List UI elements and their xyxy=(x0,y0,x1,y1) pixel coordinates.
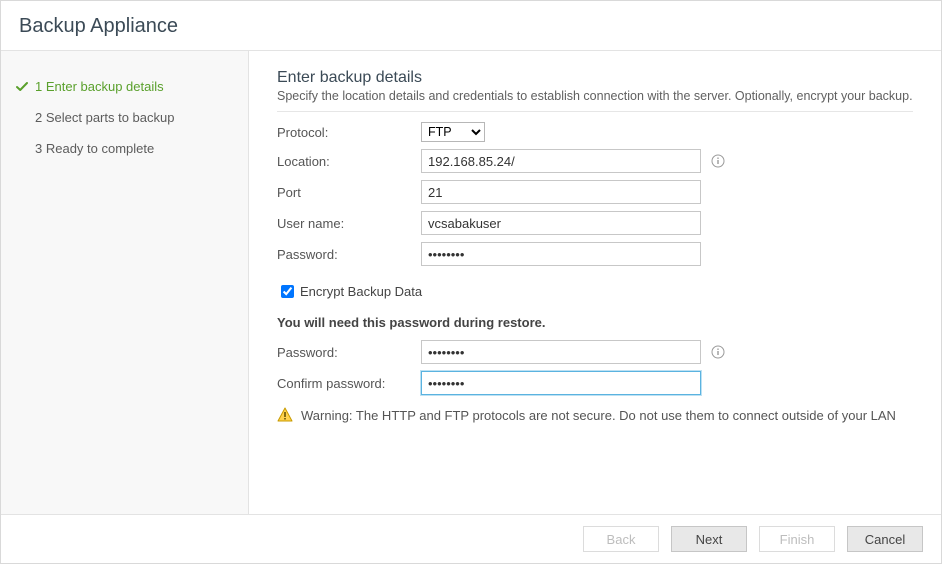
password-label: Password: xyxy=(277,247,421,262)
row-encrypt: Encrypt Backup Data xyxy=(277,282,913,301)
enc-password-label: Password: xyxy=(277,345,421,360)
step-label: 2 Select parts to backup xyxy=(35,110,174,125)
title-bar: Backup Appliance xyxy=(1,1,941,51)
warning-text: Warning: The HTTP and FTP protocols are … xyxy=(301,408,896,423)
username-input[interactable] xyxy=(421,211,701,235)
password-input[interactable] xyxy=(421,242,701,266)
row-enc-password: Password: xyxy=(277,340,913,364)
enc-password-input[interactable] xyxy=(421,340,701,364)
location-label: Location: xyxy=(277,154,421,169)
step-ready-to-complete[interactable]: 3 Ready to complete xyxy=(1,133,248,164)
location-input[interactable] xyxy=(421,149,701,173)
dialog-footer: Back Next Finish Cancel xyxy=(1,514,941,563)
row-protocol: Protocol: FTP xyxy=(277,122,913,142)
next-button[interactable]: Next xyxy=(671,526,747,552)
wizard-content: Enter backup details Specify the locatio… xyxy=(249,51,941,514)
encrypt-checkbox[interactable] xyxy=(281,285,294,298)
warning-row: Warning: The HTTP and FTP protocols are … xyxy=(277,407,913,423)
step-select-parts[interactable]: 2 Select parts to backup xyxy=(1,102,248,133)
row-port: Port xyxy=(277,180,913,204)
step-label: 1 Enter backup details xyxy=(35,79,164,94)
restore-note: You will need this password during resto… xyxy=(277,315,913,330)
encrypt-label: Encrypt Backup Data xyxy=(300,284,422,299)
dialog-title: Backup Appliance xyxy=(19,15,923,38)
step-bullet xyxy=(15,142,29,156)
protocol-label: Protocol: xyxy=(277,125,421,140)
port-label: Port xyxy=(277,185,421,200)
port-input[interactable] xyxy=(421,180,701,204)
cancel-button[interactable]: Cancel xyxy=(847,526,923,552)
row-confirm-password: Confirm password: xyxy=(277,371,913,395)
step-enter-backup-details[interactable]: 1 Enter backup details xyxy=(1,71,248,102)
row-username: User name: xyxy=(277,211,913,235)
back-button[interactable]: Back xyxy=(583,526,659,552)
wizard-sidebar: 1 Enter backup details 2 Select parts to… xyxy=(1,51,249,514)
info-icon[interactable] xyxy=(711,154,725,168)
row-location: Location: xyxy=(277,149,913,173)
finish-button[interactable]: Finish xyxy=(759,526,835,552)
step-bullet xyxy=(15,111,29,125)
warning-icon xyxy=(277,407,293,423)
protocol-select[interactable]: FTP xyxy=(421,122,485,142)
info-icon[interactable] xyxy=(711,345,725,359)
step-label: 3 Ready to complete xyxy=(35,141,154,156)
confirm-password-input[interactable] xyxy=(421,371,701,395)
confirm-label: Confirm password: xyxy=(277,376,421,391)
row-password: Password: xyxy=(277,242,913,266)
dialog-body: 1 Enter backup details 2 Select parts to… xyxy=(1,51,941,514)
username-label: User name: xyxy=(277,216,421,231)
content-subtitle: Specify the location details and credent… xyxy=(277,89,913,112)
backup-appliance-dialog: Backup Appliance 1 Enter backup details … xyxy=(0,0,942,564)
check-icon xyxy=(15,80,29,94)
content-heading: Enter backup details xyxy=(277,69,913,87)
